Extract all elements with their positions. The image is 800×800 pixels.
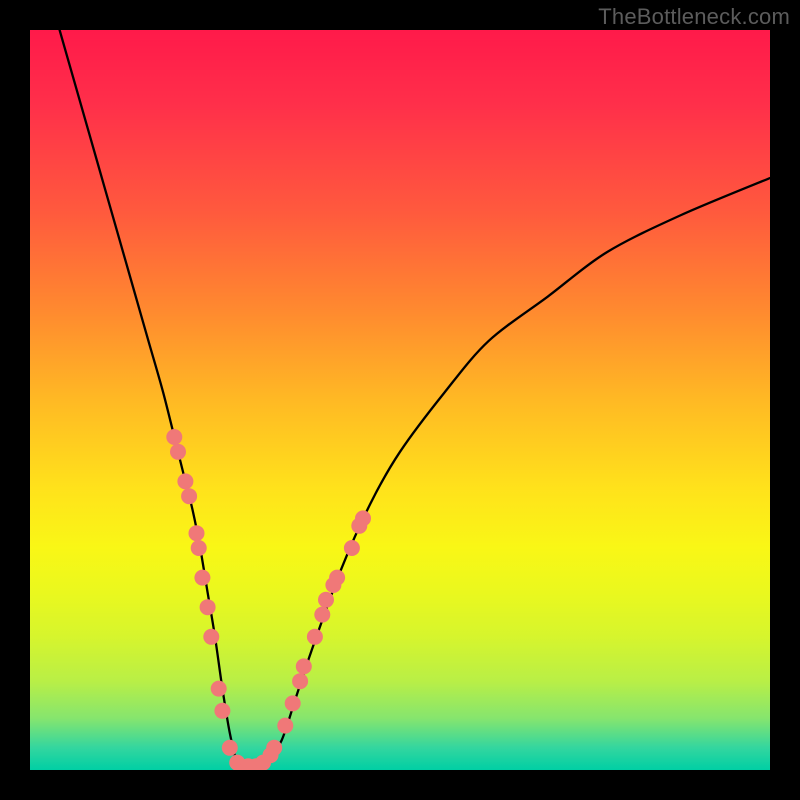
watermark-label: TheBottleneck.com	[598, 4, 790, 30]
scatter-point	[355, 510, 371, 526]
scatter-point	[189, 525, 205, 541]
scatter-point	[285, 695, 301, 711]
scatter-point	[277, 718, 293, 734]
scatter-point	[296, 658, 312, 674]
scatter-point	[211, 681, 227, 697]
scatter-point	[307, 629, 323, 645]
scatter-point	[222, 740, 238, 756]
scatter-point	[166, 429, 182, 445]
scatter-point	[344, 540, 360, 556]
scatter-point	[329, 570, 345, 586]
scatter-point	[170, 444, 186, 460]
scatter-points	[166, 429, 371, 770]
curve-group	[60, 30, 770, 770]
scatter-point	[194, 570, 210, 586]
scatter-point	[181, 488, 197, 504]
scatter-point	[203, 629, 219, 645]
chart-frame: TheBottleneck.com	[0, 0, 800, 800]
scatter-point	[314, 607, 330, 623]
scatter-point	[266, 740, 282, 756]
scatter-point	[318, 592, 334, 608]
bottleneck-curve	[60, 30, 770, 770]
scatter-point	[292, 673, 308, 689]
plot-area	[30, 30, 770, 770]
scatter-point	[200, 599, 216, 615]
scatter-point	[191, 540, 207, 556]
chart-svg-layer	[30, 30, 770, 770]
scatter-point	[177, 473, 193, 489]
scatter-point	[214, 703, 230, 719]
